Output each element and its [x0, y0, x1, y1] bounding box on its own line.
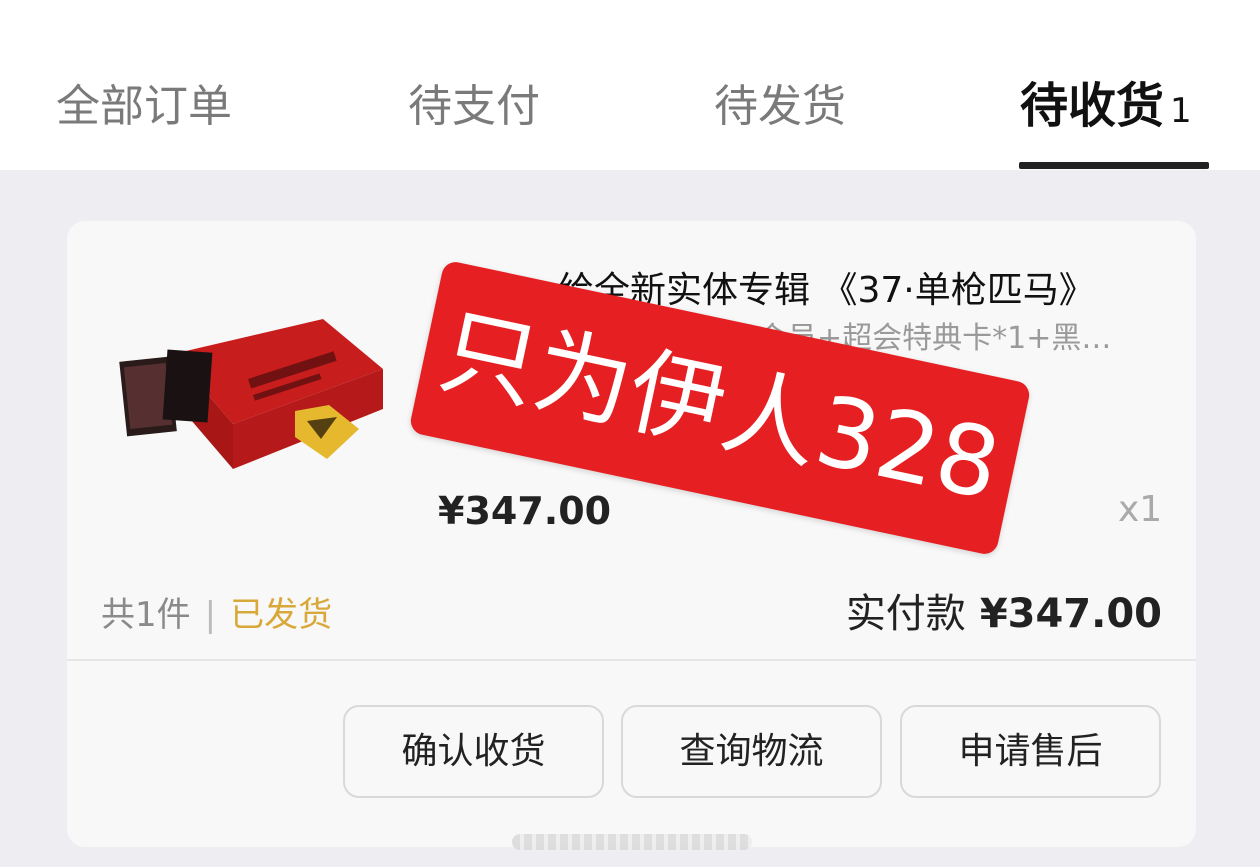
active-tab-indicator: [1019, 162, 1209, 169]
tab-pending-receipt[interactable]: 待收货 1: [1020, 66, 1192, 136]
track-logistics-button[interactable]: 查询物流: [621, 705, 882, 798]
status-badge: 已发货: [230, 595, 333, 635]
confirm-receipt-button[interactable]: 确认收货: [343, 705, 604, 798]
tab-count-badge: 1: [1170, 91, 1192, 131]
separator: |: [204, 595, 217, 635]
tab-pending-receipt-label: 待收货: [1020, 78, 1165, 134]
home-indicator: [512, 834, 752, 850]
product-image[interactable]: [113, 309, 383, 469]
paid-label: 实付款: [845, 591, 966, 637]
tab-all-orders[interactable]: 全部订单: [56, 70, 232, 134]
divider: [67, 659, 1196, 661]
tab-pending-shipment[interactable]: 待发货: [714, 70, 846, 134]
tab-pending-payment[interactable]: 待支付: [408, 70, 540, 134]
order-tabs: 全部订单 待支付 待发货 待收货 1: [0, 0, 1260, 170]
item-count: 共1件: [101, 595, 191, 635]
quantity: x1: [1118, 489, 1163, 530]
after-sales-button[interactable]: 申请售后: [900, 705, 1161, 798]
unit-price: ¥347.00: [438, 489, 612, 533]
paid-amount: ¥347.00: [979, 591, 1162, 637]
order-summary: 共1件 | 已发货: [101, 587, 332, 636]
paid-total: 实付款 ¥347.00: [846, 581, 1162, 639]
